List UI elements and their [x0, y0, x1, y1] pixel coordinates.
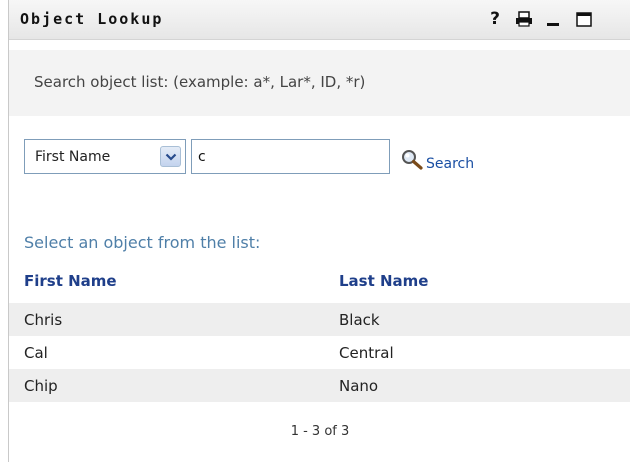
first-name-cell: Chip	[24, 377, 58, 395]
minimize-icon[interactable]	[544, 8, 562, 30]
table-row[interactable]: Cal Central	[9, 336, 630, 369]
help-icon[interactable]: ?	[487, 8, 503, 30]
last-name-cell: Black	[339, 311, 380, 329]
search-hint: Search object list: (example: a*, Lar*, …	[34, 73, 366, 91]
magnifier-icon	[401, 149, 423, 171]
first-name-cell: Cal	[24, 344, 48, 362]
pagination-summary: 1 - 3 of 3	[290, 424, 350, 439]
search-button[interactable]: Search	[401, 145, 474, 175]
panel-title: Object Lookup	[20, 10, 164, 28]
last-name-cell: Central	[339, 344, 394, 362]
results-header-row: First Name Last Name	[9, 272, 630, 298]
search-field-select[interactable]: First Name	[24, 139, 186, 174]
printer-icon[interactable]	[514, 8, 534, 30]
column-header-last-name[interactable]: Last Name	[339, 272, 428, 290]
maximize-icon[interactable]	[574, 8, 594, 30]
search-input[interactable]	[191, 139, 390, 174]
hint-band: Search object list: (example: a*, Lar*, …	[9, 50, 630, 116]
title-bar: Object Lookup ?	[9, 0, 630, 40]
results-prompt: Select an object from the list:	[24, 233, 261, 252]
chevron-down-icon[interactable]	[160, 146, 181, 167]
table-row[interactable]: Chris Black	[9, 303, 630, 336]
last-name-cell: Nano	[339, 377, 379, 395]
first-name-cell: Chris	[24, 311, 63, 329]
table-row[interactable]: Chip Nano	[9, 369, 630, 402]
search-link-label: Search	[426, 156, 475, 172]
search-field-select-value: First Name	[35, 149, 111, 165]
column-header-first-name[interactable]: First Name	[24, 272, 117, 290]
object-lookup-panel: Object Lookup ? Search object list: (exa…	[8, 0, 630, 462]
